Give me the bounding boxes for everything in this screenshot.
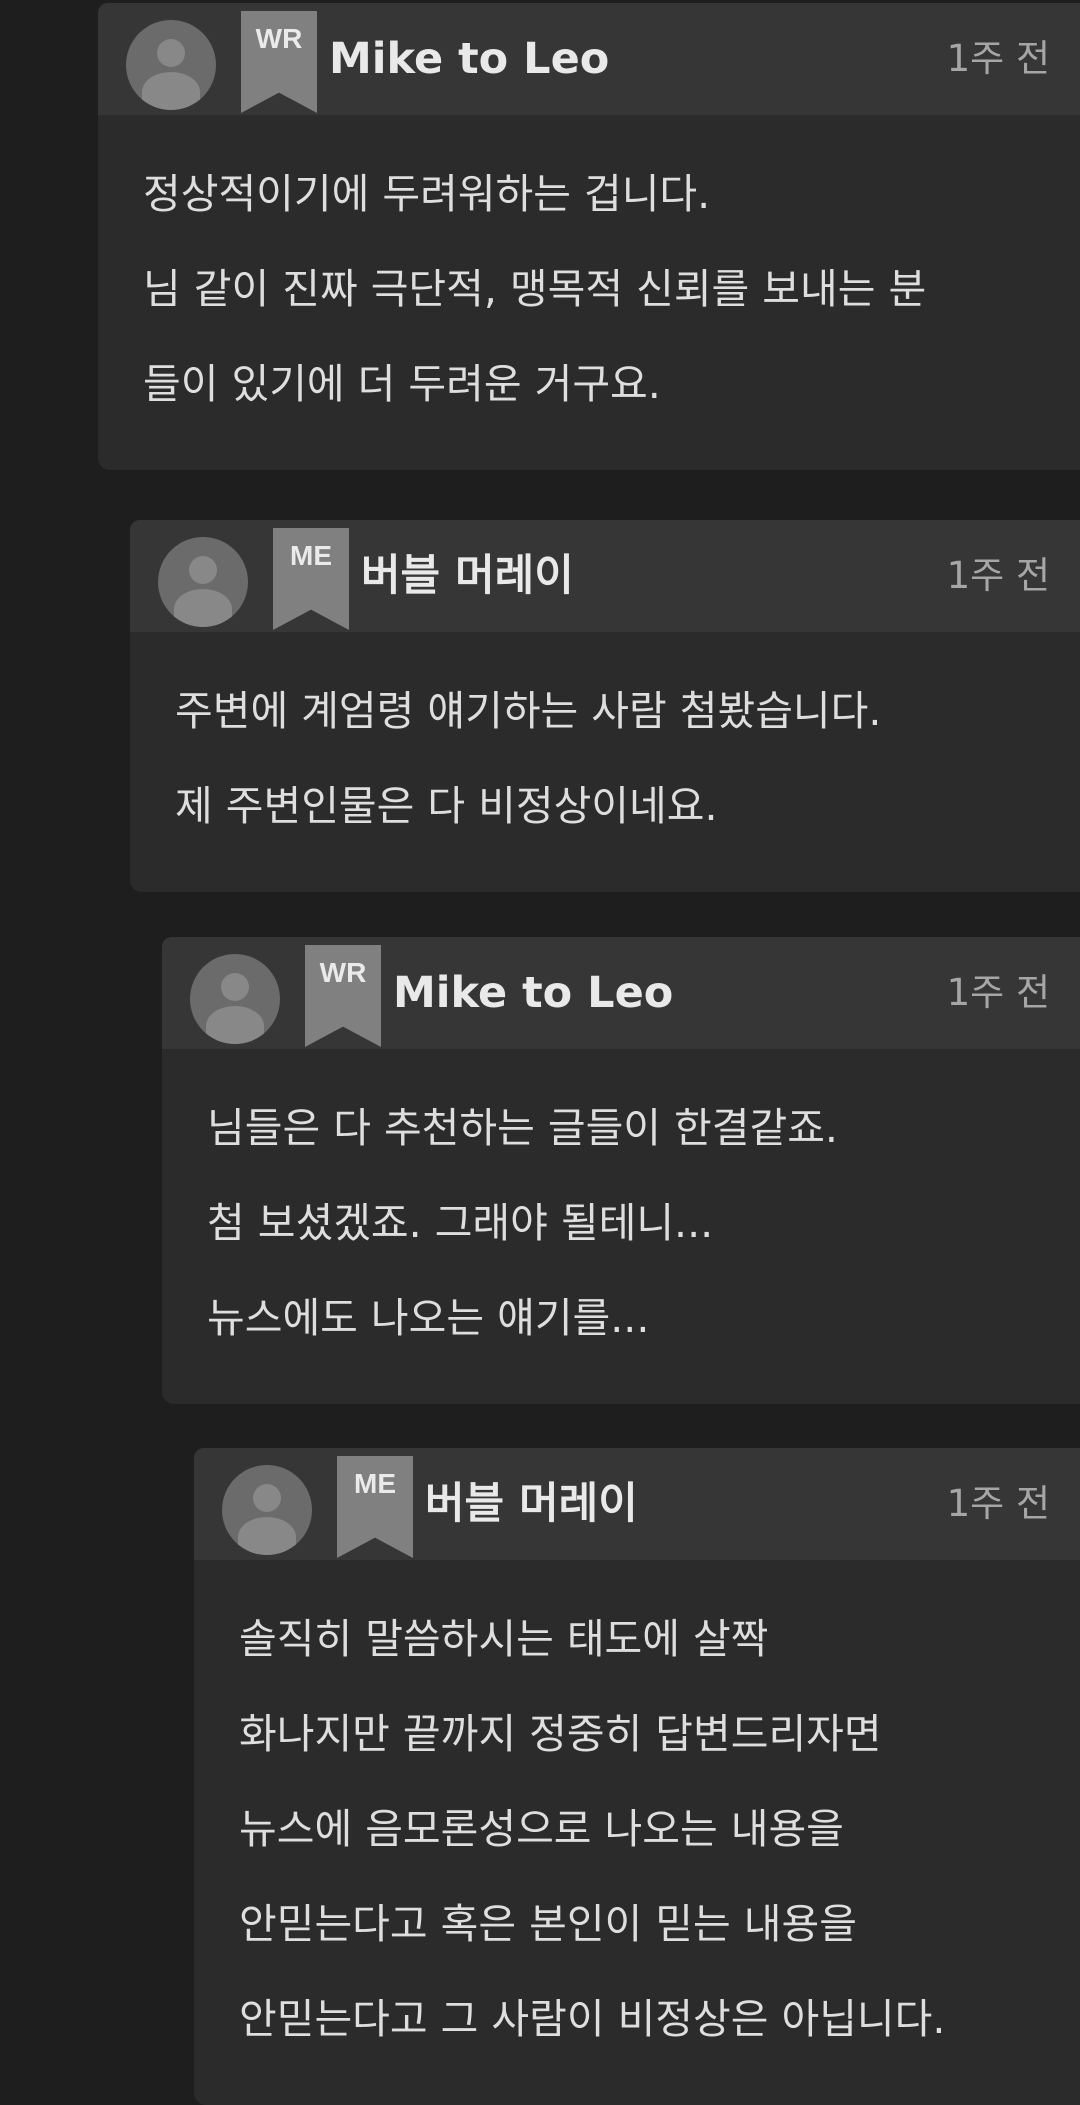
- comment-author[interactable]: Mike to Leo: [329, 3, 609, 115]
- comment-card: WR Mike to Leo 1주 전 정상적이기에 두려워하는 겁니다. 님 …: [98, 3, 1080, 470]
- badge-label: ME: [354, 1468, 396, 1499]
- comment-card: WR Mike to Leo 1주 전 님들은 다 추천하는 글들이 한결같죠.…: [162, 937, 1080, 1404]
- comment-text-line: 안믿는다고 혹은 본인이 믿는 내용을: [239, 1900, 857, 1948]
- comment-time: 1주 전: [946, 971, 1050, 1014]
- comment-text-line: 솔직히 말씀하시는 태도에 살짝: [239, 1615, 769, 1663]
- badge-label: ME: [290, 540, 332, 571]
- badge-label: WR: [255, 23, 303, 54]
- comment-header: ME 버블 머레이 1주 전: [194, 1448, 1080, 1560]
- comment-author[interactable]: 버블 머레이: [425, 1448, 638, 1560]
- avatar-icon[interactable]: [222, 1465, 312, 1555]
- comment-text-line: 화나지만 끝까지 정중히 답변드리자면: [239, 1710, 882, 1758]
- writer-badge-icon: WR: [305, 945, 381, 1047]
- comment-time: 1주 전: [946, 1482, 1050, 1525]
- comment-author[interactable]: Mike to Leo: [393, 937, 673, 1049]
- comment-text-line: 님 같이 진짜 극단적, 맹목적 신뢰를 보내는 분: [143, 265, 927, 313]
- comment-text-line: 안믿는다고 그 사람이 비정상은 아닙니다.: [239, 1995, 946, 2043]
- comment-text-line: 뉴스에도 나오는 얘기를...: [207, 1294, 650, 1342]
- comment-card: ME 버블 머레이 1주 전 주변에 계엄령 얘기하는 사람 첨봤습니다. 제 …: [130, 520, 1080, 892]
- me-badge-icon: ME: [273, 528, 349, 630]
- comment-text-line: 첨 보셨겠죠. 그래야 될테니...: [207, 1199, 714, 1247]
- comment-time: 1주 전: [946, 554, 1050, 597]
- avatar-icon[interactable]: [158, 537, 248, 627]
- comment-text-line: 님들은 다 추천하는 글들이 한결같죠.: [207, 1104, 838, 1152]
- comment-text-line: 뉴스에 음모론성으로 나오는 내용을: [239, 1805, 844, 1853]
- comment-text-line: 제 주변인물은 다 비정상이네요.: [175, 782, 718, 830]
- badge-label: WR: [319, 957, 367, 988]
- comment-body: 주변에 계엄령 얘기하는 사람 첨봤습니다. 제 주변인물은 다 비정상이네요.: [130, 632, 1080, 892]
- comment-text-line: 주변에 계엄령 얘기하는 사람 첨봤습니다.: [175, 687, 882, 735]
- avatar-icon[interactable]: [190, 954, 280, 1044]
- comment-body: 님들은 다 추천하는 글들이 한결같죠. 첨 보셨겠죠. 그래야 될테니... …: [162, 1049, 1080, 1404]
- comment-header: WR Mike to Leo 1주 전: [98, 3, 1080, 115]
- avatar-icon[interactable]: [126, 20, 216, 110]
- comment-author[interactable]: 버블 머레이: [361, 520, 574, 632]
- writer-badge-icon: WR: [241, 11, 317, 113]
- comment-text-line: 들이 있기에 더 두려운 거구요.: [143, 360, 661, 408]
- comment-text-line: 정상적이기에 두려워하는 겁니다.: [143, 170, 711, 218]
- comment-body: 솔직히 말씀하시는 태도에 살짝 화나지만 끝까지 정중히 답변드리자면 뉴스에…: [194, 1560, 1080, 2105]
- comment-time: 1주 전: [946, 37, 1050, 80]
- comment-header: WR Mike to Leo 1주 전: [162, 937, 1080, 1049]
- me-badge-icon: ME: [337, 1456, 413, 1558]
- comment-card: ME 버블 머레이 1주 전 솔직히 말씀하시는 태도에 살짝 화나지만 끝까지…: [194, 1448, 1080, 2105]
- comment-body: 정상적이기에 두려워하는 겁니다. 님 같이 진짜 극단적, 맹목적 신뢰를 보…: [98, 115, 1080, 470]
- comment-header: ME 버블 머레이 1주 전: [130, 520, 1080, 632]
